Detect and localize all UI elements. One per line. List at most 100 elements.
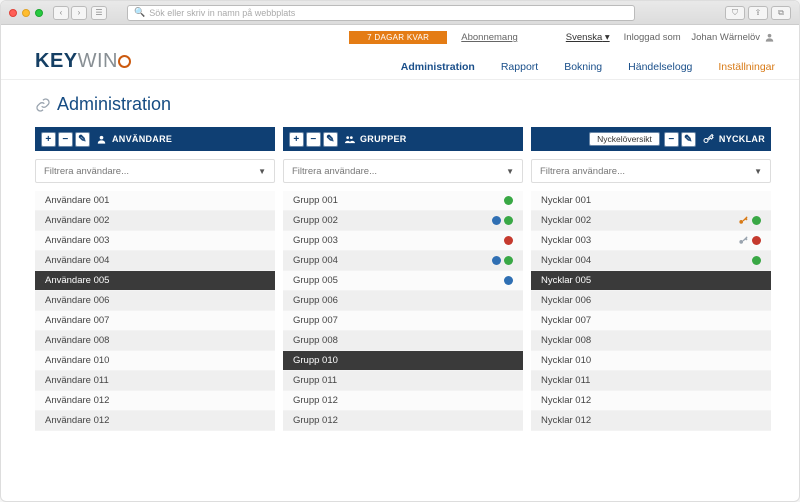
login-prefix: Inloggad som (624, 32, 681, 43)
nav-administration[interactable]: Administration (401, 61, 475, 73)
list-item[interactable]: Nycklar 012 (531, 391, 771, 411)
header: KEYWIN Administration Rapport Bokning Hä… (1, 44, 799, 80)
status-dot-green (504, 256, 513, 265)
list-item[interactable]: Användare 002 (35, 211, 275, 231)
link-icon (35, 97, 51, 113)
tabs-icon[interactable]: ⧉ (771, 6, 791, 20)
page-title-text: Administration (57, 94, 171, 115)
forward-button[interactable]: › (71, 6, 87, 20)
list-item[interactable]: Nycklar 010 (531, 351, 771, 371)
nav-bokning[interactable]: Bokning (564, 61, 602, 73)
groups-edit-button[interactable]: ✎ (323, 132, 338, 147)
list-item[interactable]: Nycklar 002 (531, 211, 771, 231)
brand-logo: KEYWIN (35, 50, 132, 73)
list-item-label: Grupp 004 (293, 255, 338, 266)
list-item[interactable]: Grupp 003 (283, 231, 523, 251)
list-item[interactable]: Grupp 010 (283, 351, 523, 371)
language-selector[interactable]: Svenska ▾ (566, 32, 610, 43)
list-item-label: Grupp 011 (293, 375, 337, 386)
minimize-icon[interactable] (22, 9, 30, 17)
chevron-down-icon: ▼ (754, 167, 762, 176)
list-item[interactable]: Användare 003 (35, 231, 275, 251)
search-icon: 🔍 (134, 7, 145, 18)
keys-filter[interactable]: Filtrera användare... ▼ (531, 159, 771, 183)
groups-filter[interactable]: Filtrera användare... ▼ (283, 159, 523, 183)
close-icon[interactable] (9, 9, 17, 17)
list-item[interactable]: Användare 007 (35, 311, 275, 331)
keys-edit-button[interactable]: ✎ (681, 132, 696, 147)
status-dot-red (752, 236, 761, 245)
users-filter[interactable]: Filtrera användare... ▼ (35, 159, 275, 183)
list-item[interactable]: Grupp 005 (283, 271, 523, 291)
status-dot-blue (492, 216, 501, 225)
list-item[interactable]: Nycklar 005 (531, 271, 771, 291)
users-remove-button[interactable]: − (58, 132, 73, 147)
users-filter-placeholder: Filtrera användare... (44, 166, 129, 177)
list-item[interactable]: Nycklar 003 (531, 231, 771, 251)
list-item-label: Grupp 012 (293, 395, 338, 406)
groups-add-button[interactable]: + (289, 132, 304, 147)
key-overview-button[interactable]: Nyckelöversikt (589, 132, 660, 146)
nav-handelselogg[interactable]: Händelselogg (628, 61, 692, 73)
users-edit-button[interactable]: ✎ (75, 132, 90, 147)
list-item[interactable]: Användare 010 (35, 351, 275, 371)
list-item[interactable]: Grupp 011 (283, 371, 523, 391)
groups-list: Grupp 001Grupp 002 Grupp 003 Grupp 004 Grup… (283, 191, 523, 501)
shield-icon[interactable]: ⛉ (725, 6, 745, 20)
list-item[interactable]: Grupp 004 (283, 251, 523, 271)
list-item[interactable]: Grupp 012 (283, 391, 523, 411)
column-keys-header: Nyckelöversikt − ✎ NYCKLAR (531, 127, 771, 151)
list-item-label: Grupp 003 (293, 235, 338, 246)
list-item[interactable]: Nycklar 011 (531, 371, 771, 391)
list-item[interactable]: Grupp 012 (283, 411, 523, 431)
sidebar-toggle-button[interactable]: ☰ (91, 6, 107, 20)
columns: + − ✎ ANVÄNDARE Filtrera användare... ▼ … (35, 127, 771, 501)
list-item[interactable]: Grupp 001 (283, 191, 523, 211)
list-item[interactable]: Nycklar 008 (531, 331, 771, 351)
list-item-label: Nycklar 005 (541, 275, 591, 286)
list-item[interactable]: Grupp 006 (283, 291, 523, 311)
list-item-status (504, 236, 513, 245)
list-item[interactable]: Grupp 007 (283, 311, 523, 331)
list-item[interactable]: Användare 011 (35, 371, 275, 391)
list-item-status (492, 216, 513, 225)
subscription-link[interactable]: Abonnemang (461, 32, 518, 43)
list-item[interactable]: Användare 004 (35, 251, 275, 271)
back-button[interactable]: ‹ (53, 6, 69, 20)
list-item-label: Användare 006 (45, 295, 109, 306)
keys-remove-button[interactable]: − (664, 132, 679, 147)
list-item-label: Nycklar 008 (541, 335, 591, 346)
list-item[interactable]: Grupp 008 (283, 331, 523, 351)
list-item-label: Nycklar 007 (541, 315, 591, 326)
list-item[interactable]: Användare 008 (35, 331, 275, 351)
groups-remove-button[interactable]: − (306, 132, 321, 147)
list-item[interactable]: Användare 001 (35, 191, 275, 211)
list-item-label: Användare 003 (45, 235, 109, 246)
top-bar: 7 DAGAR KVAR Abonnemang Svenska ▾ Inlogg… (1, 25, 799, 44)
list-item[interactable]: Grupp 002 (283, 211, 523, 231)
list-item[interactable]: Användare 012 (35, 411, 275, 431)
window-controls (9, 9, 43, 17)
list-item[interactable]: Nycklar 006 (531, 291, 771, 311)
status-dot-red (504, 236, 513, 245)
maximize-icon[interactable] (35, 9, 43, 17)
list-item[interactable]: Användare 005 (35, 271, 275, 291)
share-icon[interactable]: ⇪ (748, 6, 768, 20)
chevron-down-icon: ▼ (506, 167, 514, 176)
list-item[interactable]: Användare 012 (35, 391, 275, 411)
login-status[interactable]: Inloggad som Johan Wärnelöv (624, 32, 775, 43)
list-item[interactable]: Nycklar 004 (531, 251, 771, 271)
list-item[interactable]: Nycklar 012 (531, 411, 771, 431)
address-bar[interactable]: 🔍 Sök eller skriv in namn på webbplats (127, 5, 635, 21)
users-add-button[interactable]: + (41, 132, 56, 147)
list-item-status (492, 256, 513, 265)
nav-rapport[interactable]: Rapport (501, 61, 538, 73)
keys-filter-placeholder: Filtrera användare... (540, 166, 625, 177)
list-item[interactable]: Användare 006 (35, 291, 275, 311)
nav-installningar[interactable]: Inställningar (718, 61, 775, 73)
page-content: Administration + − ✎ ANVÄNDARE Filtrera … (1, 80, 799, 501)
list-item[interactable]: Nycklar 007 (531, 311, 771, 331)
browser-chrome: ‹ › ☰ 🔍 Sök eller skriv in namn på webbp… (1, 1, 799, 25)
list-item-label: Användare 004 (45, 255, 109, 266)
list-item[interactable]: Nycklar 001 (531, 191, 771, 211)
